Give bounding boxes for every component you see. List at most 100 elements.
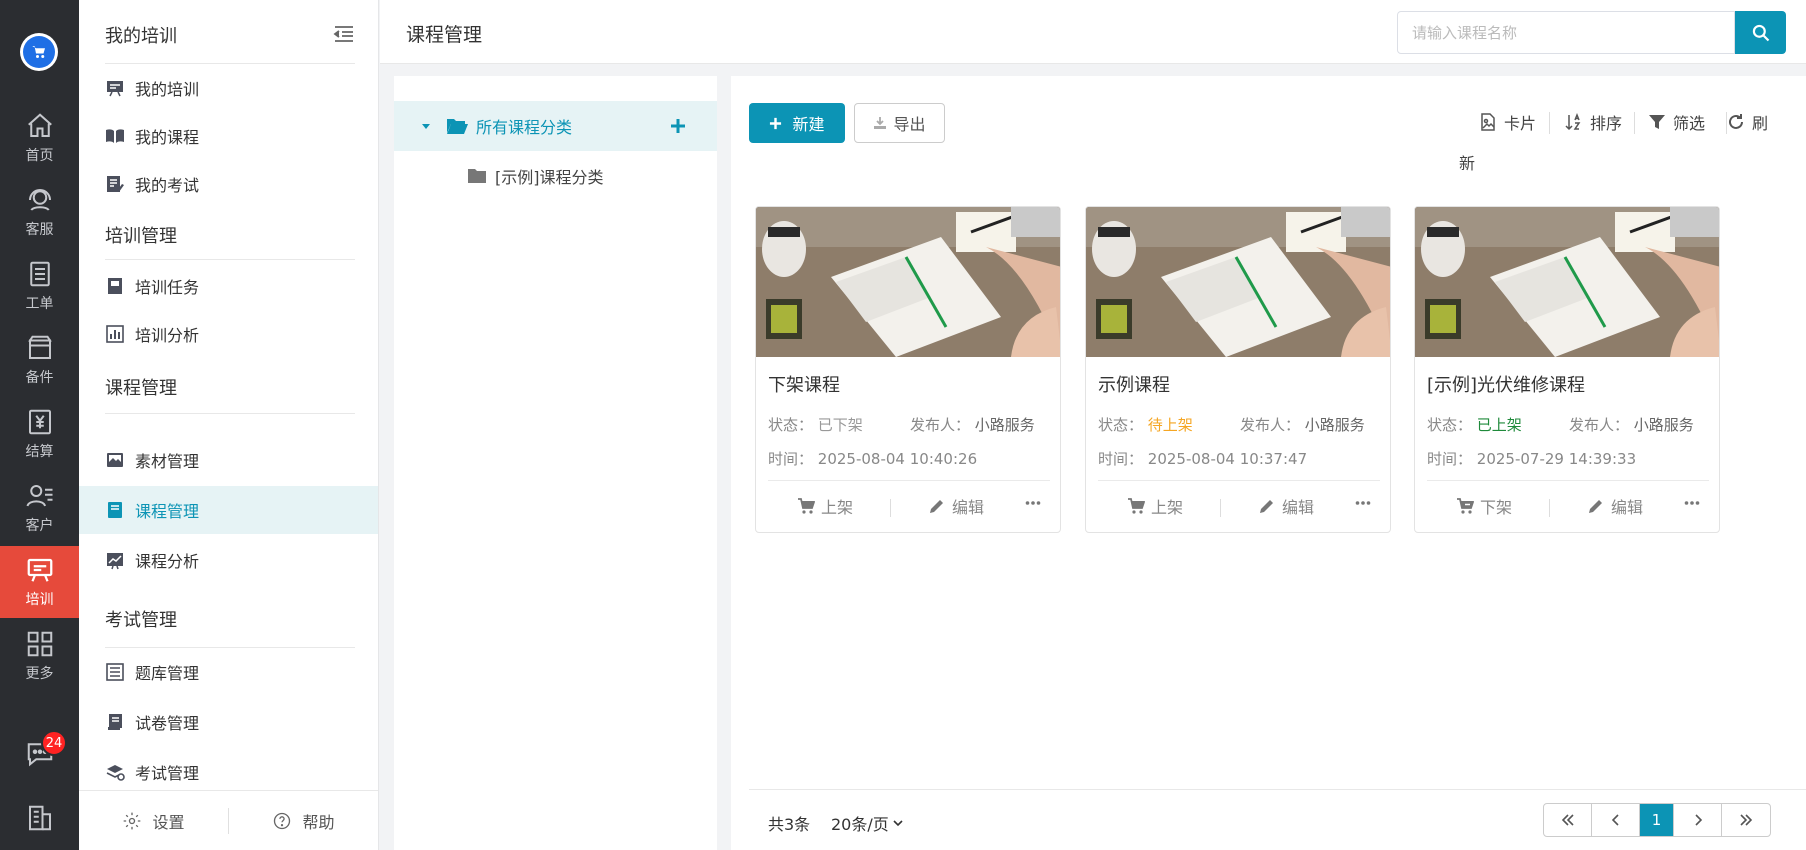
export-button-label: 导出	[893, 115, 926, 134]
submenu-item-my-courses[interactable]: 我的课程	[79, 112, 378, 160]
tree-node-sample-category[interactable]: [示例]课程分类	[394, 151, 717, 201]
submenu-item-exam-papers[interactable]: 试卷管理	[79, 698, 378, 746]
training-board-icon	[27, 558, 52, 582]
rail-label: 客服	[25, 222, 54, 238]
publisher-value: 小路服务	[1633, 416, 1694, 434]
export-button[interactable]: 导出	[854, 103, 945, 143]
footer-divider	[749, 789, 1806, 790]
toolbar-separator	[1549, 112, 1550, 134]
submenu-item-training-tasks[interactable]: 培训任务	[79, 262, 378, 310]
more-actions-button[interactable]	[1354, 494, 1378, 512]
unpublish-button[interactable]: 下架	[1456, 494, 1512, 518]
submenu-panel: 我的培训 我的培训 我的课程 我的考试 培训管理 培训任务 培训分析 课程管理 …	[79, 0, 379, 850]
rail-label: 更多	[25, 666, 54, 682]
collapse-menu-icon[interactable]	[333, 24, 355, 44]
submenu-title: 我的培训	[105, 26, 177, 47]
settings-button[interactable]: 设置	[79, 809, 228, 833]
course-publisher-row: 发布人： 小路服务	[1569, 414, 1694, 435]
submenu-item-label: 试卷管理	[135, 714, 200, 733]
line-analysis-icon	[107, 553, 123, 570]
rail-label: 培训	[25, 592, 54, 608]
publisher-label: 发布人：	[910, 416, 971, 434]
submenu-item-label: 培训任务	[135, 278, 200, 297]
add-category-icon[interactable]	[670, 118, 686, 134]
first-page-button[interactable]	[1544, 804, 1592, 836]
course-card[interactable]: 示例课程 状态： 待上架 发布人： 小路服务 时间： 2025-08-04 10…	[1085, 206, 1391, 533]
card-divider	[1427, 480, 1709, 481]
clipboard-icon	[29, 261, 50, 287]
help-label: 帮助	[302, 812, 335, 832]
publisher-value: 小路服务	[974, 416, 1035, 434]
publish-button[interactable]: 上架	[797, 494, 853, 518]
last-page-button[interactable]	[1722, 804, 1770, 836]
time-value: 2025-08-04 10:37:47	[1147, 450, 1308, 468]
more-actions-button[interactable]	[1024, 494, 1048, 512]
edit-button[interactable]: 编辑	[928, 494, 984, 518]
rail-item-parts[interactable]: 备件	[0, 324, 79, 396]
filter-button[interactable]: 筛选	[1648, 110, 1705, 134]
rail-item-training[interactable]: 培训	[0, 546, 79, 618]
course-card[interactable]: [示例]光伏维修课程 状态： 已上架 发布人： 小路服务 时间： 2025-07…	[1414, 206, 1720, 533]
submenu-item-label: 我的考试	[135, 176, 200, 195]
edit-button[interactable]: 编辑	[1258, 494, 1314, 518]
publish-button[interactable]: 上架	[1127, 494, 1183, 518]
course-search-input[interactable]	[1397, 11, 1735, 54]
current-page-button[interactable]: 1	[1640, 804, 1674, 836]
submenu-item-my-training[interactable]: 我的培训	[79, 64, 378, 112]
rail-item-home[interactable]: 首页	[0, 102, 79, 174]
submenu-item-exam-management[interactable]: 考试管理	[79, 748, 378, 796]
tree-node-label: 所有课程分类	[476, 118, 573, 137]
cart-remove-icon	[1457, 498, 1474, 514]
rail-item-service[interactable]: 客服	[0, 176, 79, 248]
more-actions-button[interactable]	[1683, 494, 1707, 512]
new-course-button[interactable]: 新建	[749, 103, 845, 143]
course-cover-image	[756, 207, 1060, 357]
rail-item-more[interactable]: 更多	[0, 620, 79, 692]
ellipsis-icon	[1025, 501, 1041, 505]
submenu-item-question-bank[interactable]: 题库管理	[79, 648, 378, 696]
page-title: 课程管理	[406, 24, 483, 46]
card-view-toggle[interactable]: 卡片	[1479, 110, 1536, 134]
tree-node-all-categories[interactable]: 所有课程分类	[394, 101, 717, 151]
help-circle-icon	[274, 812, 291, 829]
edit-label: 编辑	[1282, 498, 1315, 517]
submenu-item-materials[interactable]: 素材管理	[79, 436, 378, 484]
rail-item-settlement[interactable]: 结算	[0, 398, 79, 470]
submenu-item-label: 我的培训	[135, 80, 200, 99]
open-book-icon	[106, 129, 124, 143]
rail-item-company[interactable]	[0, 790, 79, 850]
next-page-button[interactable]	[1674, 804, 1722, 836]
help-button[interactable]: 帮助	[229, 809, 378, 833]
filter-funnel-icon	[1649, 115, 1665, 129]
prev-page-button[interactable]	[1592, 804, 1640, 836]
course-card[interactable]: 下架课程 状态： 已下架 发布人： 小路服务 时间： 2025-08-04 10…	[755, 206, 1061, 533]
submenu-divider	[105, 413, 355, 414]
rail-label: 备件	[25, 370, 54, 386]
page-size-select[interactable]: 20条/页	[831, 811, 904, 835]
chevron-left-icon	[1611, 814, 1619, 826]
image-card-icon	[1481, 113, 1495, 131]
rail-item-customer[interactable]: 客户	[0, 472, 79, 544]
rail-item-messages[interactable]	[0, 720, 79, 790]
rail-item-workorder[interactable]: 工单	[0, 250, 79, 322]
caret-down-icon[interactable]	[420, 120, 432, 132]
submenu-item-my-exams[interactable]: 我的考试	[79, 160, 378, 208]
course-list-panel: 新建 导出 卡片 排序 筛选 刷 新 下架课程 状态： 已下架 发布人： 小路服…	[731, 76, 1806, 850]
sort-button[interactable]: 排序	[1565, 110, 1622, 134]
time-label: 时间：	[1098, 450, 1144, 468]
submenu-divider	[105, 259, 355, 260]
folder-open-icon	[447, 119, 468, 134]
submenu-item-course-management[interactable]: 课程管理	[79, 486, 378, 534]
status-value: 已上架	[1476, 416, 1522, 434]
submenu-group-exam-mgmt: 考试管理	[105, 610, 177, 631]
refresh-button[interactable]: 刷	[1727, 110, 1768, 134]
course-title: [示例]光伏维修课程	[1427, 375, 1586, 396]
search-button[interactable]	[1735, 11, 1786, 54]
app-logo[interactable]	[20, 33, 58, 71]
board-icon	[107, 81, 123, 97]
submenu-item-training-analysis[interactable]: 培训分析	[79, 310, 378, 358]
stack-gear-icon	[106, 765, 125, 781]
submenu-item-course-analysis[interactable]: 课程分析	[79, 536, 378, 584]
edit-button[interactable]: 编辑	[1587, 494, 1643, 518]
course-cover-image	[1086, 207, 1390, 357]
